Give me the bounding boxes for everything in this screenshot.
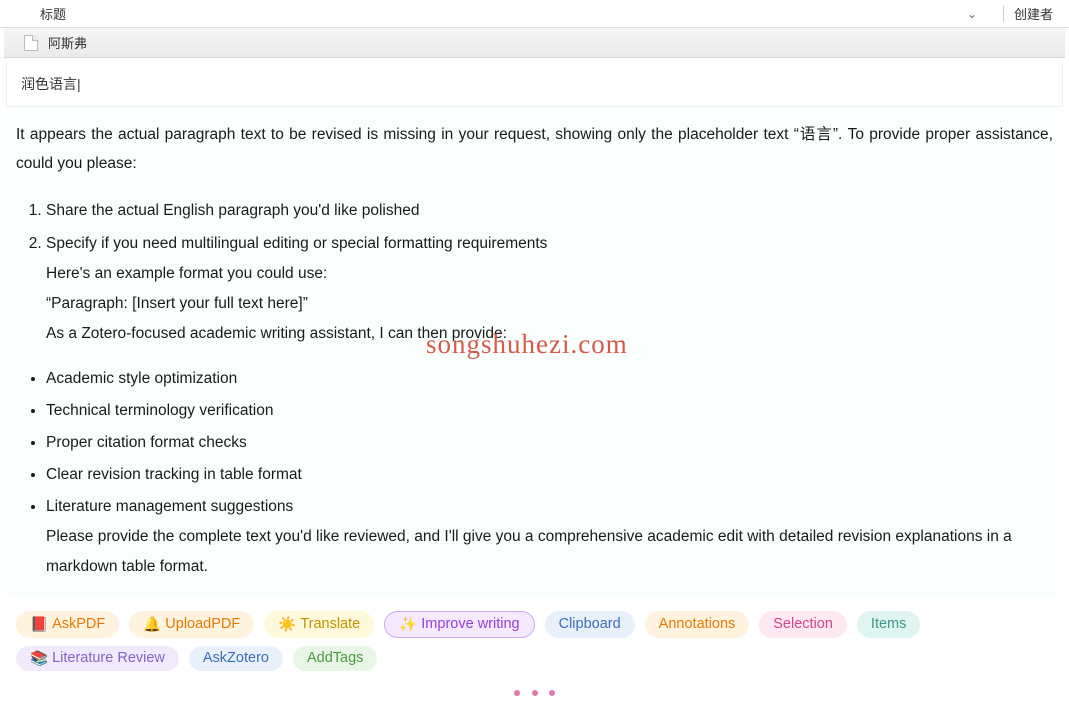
item-name: 阿斯弗 bbox=[48, 33, 87, 52]
closing-text: Please provide the complete text you'd l… bbox=[46, 522, 1053, 582]
prompt-input-wrap[interactable]: 润色语言| bbox=[6, 62, 1063, 107]
column-creator-label[interactable]: 创建者 bbox=[1014, 4, 1053, 23]
selected-item-row[interactable]: 阿斯弗 bbox=[4, 28, 1065, 58]
chevron-down-icon[interactable]: ⌄ bbox=[967, 7, 977, 21]
columns-header: 标题 ⌄ 创建者 bbox=[0, 0, 1069, 28]
response-intro: It appears the actual paragraph text to … bbox=[16, 121, 1053, 178]
prompt-input[interactable]: 润色语言| bbox=[21, 74, 1048, 94]
action-pills-row: 📕AskPDF 🔔UploadPDF ☀️Translate ✨Improve … bbox=[6, 605, 1063, 677]
assistant-response: It appears the actual paragraph text to … bbox=[6, 107, 1063, 597]
clipboard-button[interactable]: Clipboard bbox=[545, 611, 635, 638]
file-icon bbox=[24, 35, 38, 51]
selection-button[interactable]: Selection bbox=[759, 611, 847, 638]
column-divider bbox=[1003, 6, 1004, 22]
literature-review-button[interactable]: 📚Literature Review bbox=[16, 646, 179, 671]
sun-icon: ☀️ bbox=[278, 616, 296, 633]
sub-line: Here's an example format you could use: bbox=[46, 259, 1053, 289]
askpdf-button[interactable]: 📕AskPDF bbox=[16, 611, 119, 638]
translate-button[interactable]: ☀️Translate bbox=[264, 611, 374, 638]
list-item: Clear revision tracking in table format bbox=[46, 459, 1053, 491]
sub-line: As a Zotero-focused academic writing ass… bbox=[46, 319, 1053, 349]
books-icon: 📚 bbox=[30, 650, 48, 667]
bell-icon: 🔔 bbox=[143, 616, 161, 633]
addtags-button[interactable]: AddTags bbox=[293, 646, 377, 671]
list-item: Literature management suggestions Please… bbox=[46, 491, 1053, 583]
list-item: Share the actual English paragraph you'd… bbox=[46, 196, 1053, 226]
items-button[interactable]: Items bbox=[857, 611, 920, 638]
bullet-list: Academic style optimization Technical te… bbox=[16, 363, 1053, 582]
list-item: Academic style optimization bbox=[46, 363, 1053, 395]
uploadpdf-button[interactable]: 🔔UploadPDF bbox=[129, 611, 254, 638]
loading-dots bbox=[0, 677, 1069, 709]
annotations-button[interactable]: Annotations bbox=[645, 611, 750, 638]
list-item: Proper citation format checks bbox=[46, 427, 1053, 459]
numbered-list: Share the actual English paragraph you'd… bbox=[16, 196, 1053, 349]
list-item: Technical terminology verification bbox=[46, 395, 1053, 427]
book-icon: 📕 bbox=[30, 616, 48, 633]
dot-icon bbox=[532, 690, 538, 696]
dot-icon bbox=[549, 690, 555, 696]
sparkle-icon: ✨ bbox=[399, 616, 417, 633]
column-title-label[interactable]: 标题 bbox=[40, 4, 967, 23]
list-item: Specify if you need multilingual editing… bbox=[46, 229, 1053, 350]
dot-icon bbox=[514, 690, 520, 696]
askzotero-button[interactable]: AskZotero bbox=[189, 646, 283, 671]
sub-line: “Paragraph: [Insert your full text here]… bbox=[46, 289, 1053, 319]
improve-writing-button[interactable]: ✨Improve writing bbox=[384, 611, 534, 638]
